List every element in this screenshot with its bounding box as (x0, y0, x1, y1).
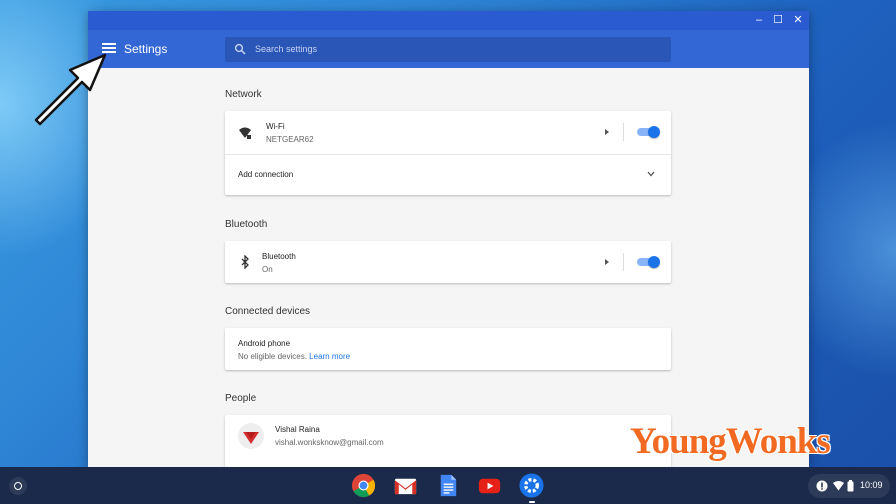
bluetooth-row[interactable]: Bluetooth On (225, 241, 671, 283)
bluetooth-toggle[interactable] (637, 256, 660, 268)
connected-devices-card: Android phone No eligible devices. Learn… (225, 328, 671, 370)
add-connection-label: Add connection (238, 170, 294, 179)
wifi-toggle[interactable] (637, 126, 660, 138)
people-card: Vishal Raina vishal.wonksknow@gmail.com (225, 415, 671, 467)
divider (623, 253, 624, 271)
section-title-people: People (225, 393, 257, 404)
divider (623, 123, 624, 141)
window-titlebar[interactable]: – ☐ ✕ (88, 11, 809, 30)
android-phone-status: No eligible devices. Learn more (238, 352, 351, 361)
section-title-connected-devices: Connected devices (225, 306, 311, 317)
gmail-icon[interactable] (392, 472, 419, 499)
learn-more-link[interactable]: Learn more (309, 352, 350, 361)
android-phone-row: Android phone No eligible devices. Learn… (225, 328, 671, 370)
close-button[interactable]: ✕ (789, 13, 807, 28)
wifi-label: Wi-Fi (266, 122, 285, 131)
account-email: vishal.wonksknow@gmail.com (275, 438, 384, 447)
minimize-button[interactable]: – (750, 13, 768, 28)
wifi-network-name: NETGEAR62 (266, 135, 314, 144)
account-row[interactable]: Vishal Raina vishal.wonksknow@gmail.com (225, 415, 671, 457)
settings-window: – ☐ ✕ Settings Search settings Network W… (88, 11, 809, 467)
notification-icon (816, 480, 828, 492)
account-name: Vishal Raina (275, 425, 320, 434)
bluetooth-status: On (262, 265, 273, 274)
avatar (238, 423, 264, 449)
settings-header: Settings Search settings (88, 30, 809, 68)
bluetooth-card: Bluetooth On (225, 241, 671, 283)
launcher-button[interactable] (9, 477, 27, 495)
search-input[interactable]: Search settings (225, 37, 671, 62)
wifi-icon (239, 127, 251, 139)
bluetooth-icon (241, 255, 249, 269)
status-tray[interactable]: 10:09 (808, 474, 890, 498)
page-title: Settings (124, 42, 168, 56)
settings-app[interactable] (518, 472, 545, 503)
search-placeholder: Search settings (255, 44, 318, 54)
active-indicator (529, 501, 535, 503)
chevron-right-icon[interactable] (605, 129, 609, 135)
search-icon (234, 43, 246, 55)
shelf: 10:09 (0, 467, 896, 504)
battery-icon (847, 480, 854, 492)
watermark-logo: YoungWonks (630, 421, 831, 462)
docs-icon[interactable] (434, 472, 461, 499)
network-card: Wi-Fi NETGEAR62 Add connection (225, 111, 671, 195)
annotation-arrow-icon (34, 53, 107, 126)
clock-time: 10:09 (860, 480, 883, 490)
settings-icon (519, 473, 544, 498)
bluetooth-label: Bluetooth (262, 252, 296, 261)
maximize-button[interactable]: ☐ (769, 13, 787, 28)
chevron-down-icon[interactable] (647, 171, 655, 177)
wifi-row[interactable]: Wi-Fi NETGEAR62 (225, 111, 671, 154)
wifi-status-icon (833, 481, 844, 491)
chevron-right-icon[interactable] (605, 259, 609, 265)
android-phone-label: Android phone (238, 339, 291, 348)
section-title-network: Network (225, 89, 262, 100)
section-title-bluetooth: Bluetooth (225, 219, 268, 230)
chrome-icon[interactable] (350, 472, 377, 499)
add-connection-row[interactable]: Add connection (225, 155, 671, 195)
youtube-icon[interactable] (476, 472, 503, 499)
